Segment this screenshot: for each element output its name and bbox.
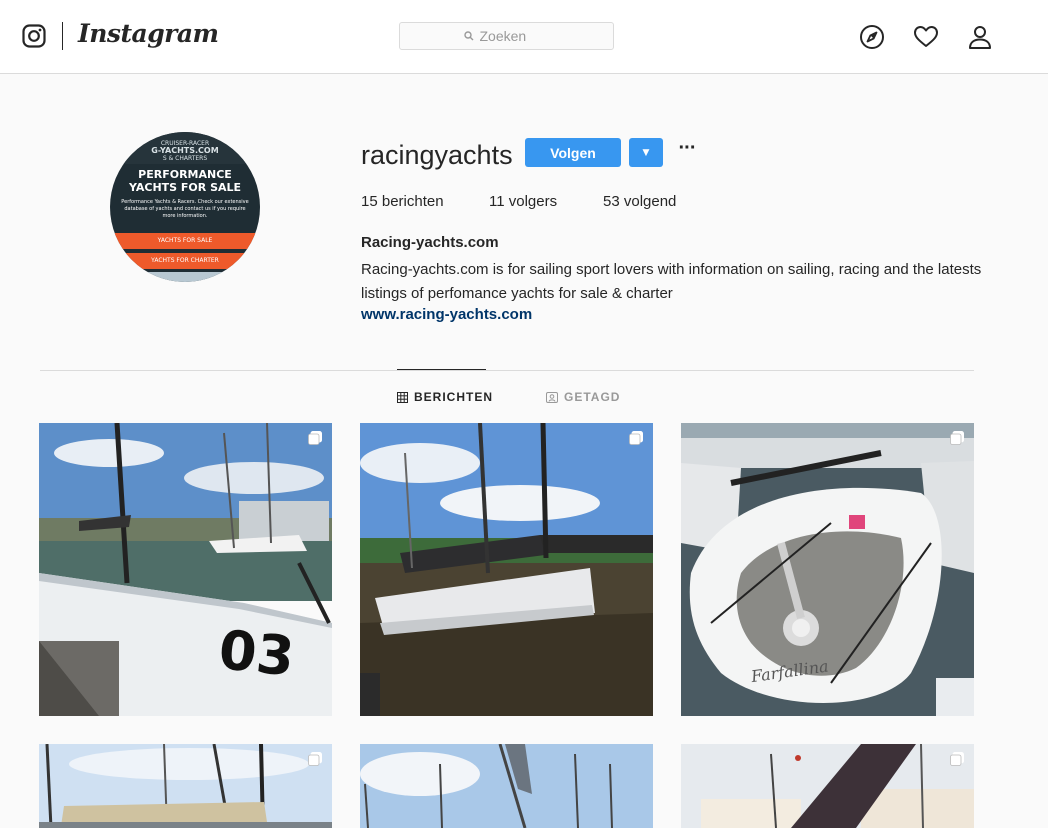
person-icon[interactable]: [967, 24, 993, 50]
followers-count-value: 11: [489, 193, 505, 210]
avatar-footer-strip: [110, 272, 260, 282]
tab-tagged-label: GETAGD: [564, 390, 621, 404]
bio-full-name: Racing-yachts.com: [361, 234, 499, 251]
posts-count: 15 berichten: [361, 193, 444, 210]
following-count[interactable]: 53 volgend: [603, 193, 676, 210]
avatar-body-text: Performance Yachts & Racers. Check our e…: [121, 199, 249, 219]
instagram-wordmark[interactable]: Instagram: [78, 19, 219, 48]
post-thumbnail[interactable]: Farfallina: [681, 423, 974, 716]
tab-posts-label: BERICHTEN: [414, 390, 494, 404]
search-box[interactable]: [399, 22, 614, 50]
tab-posts[interactable]: BERICHTEN: [397, 390, 493, 404]
grid-icon: [397, 391, 408, 403]
avatar-sale-banner: YACHTS FOR SALE: [110, 233, 260, 249]
instagram-camera-icon[interactable]: [22, 24, 46, 48]
search-input[interactable]: [479, 28, 550, 44]
suggestions-dropdown-button[interactable]: ▼: [629, 138, 663, 167]
avatar-top-line: G-YACHTS.COM: [151, 146, 219, 155]
avatar-charter-banner: YACHTS FOR CHARTER: [110, 253, 260, 269]
following-count-label: volgend: [623, 193, 677, 210]
post-thumbnail[interactable]: [360, 423, 653, 716]
more-options-button[interactable]: ···: [676, 138, 698, 164]
posts-count-value: 15: [361, 193, 378, 210]
multiple-photos-icon: [308, 431, 322, 445]
posts-count-label: berichten: [381, 193, 444, 210]
top-navigation-bar: Instagram: [0, 0, 1048, 74]
multiple-photos-icon: [308, 752, 322, 766]
logo-divider: [62, 22, 63, 50]
post-image-yacht-03: 03: [39, 423, 332, 716]
post-image-sailboat-dock: [360, 423, 653, 716]
followers-count-label: volgers: [508, 193, 558, 210]
avatar-top-line: S & CHARTERS: [162, 155, 208, 162]
post-image-masts: [360, 744, 653, 828]
avatar-headline: PERFORMANCE YACHTS FOR SALE: [128, 168, 242, 194]
post-thumbnail[interactable]: [39, 744, 332, 828]
tabs-divider: [40, 370, 974, 371]
follow-button[interactable]: Volgen: [525, 138, 621, 167]
sail-number-text: 03: [216, 618, 297, 689]
post-thumbnail[interactable]: 03: [39, 423, 332, 716]
search-icon: [463, 31, 473, 41]
compass-icon[interactable]: [859, 24, 885, 50]
multiple-photos-icon: [950, 752, 964, 766]
post-thumbnail[interactable]: [681, 744, 974, 828]
bio-website-link[interactable]: www.racing-yachts.com: [361, 306, 532, 323]
multiple-photos-icon: [950, 431, 964, 445]
post-image-yacht-deck: Farfallina: [681, 423, 974, 716]
heart-icon[interactable]: [913, 24, 939, 50]
post-image-dark-sail: [681, 744, 974, 828]
profile-avatar[interactable]: CRUISER-RACER G-YACHTS.COM S & CHARTERS …: [110, 132, 260, 282]
bio-description: Racing-yachts.com is for sailing sport l…: [361, 261, 982, 302]
post-image-boom-cover: [39, 744, 332, 828]
active-tab-indicator: [397, 369, 486, 370]
tagged-portrait-icon: [546, 391, 558, 403]
followers-count[interactable]: 11 volgers: [489, 193, 557, 210]
multiple-photos-icon: [629, 431, 643, 445]
tab-tagged[interactable]: GETAGD: [546, 390, 620, 404]
avatar-top-banner: CRUISER-RACER G-YACHTS.COM S & CHARTERS: [110, 132, 260, 164]
post-thumbnail[interactable]: [360, 744, 653, 828]
following-count-value: 53: [603, 193, 620, 210]
profile-username: racingyachts: [361, 140, 513, 170]
